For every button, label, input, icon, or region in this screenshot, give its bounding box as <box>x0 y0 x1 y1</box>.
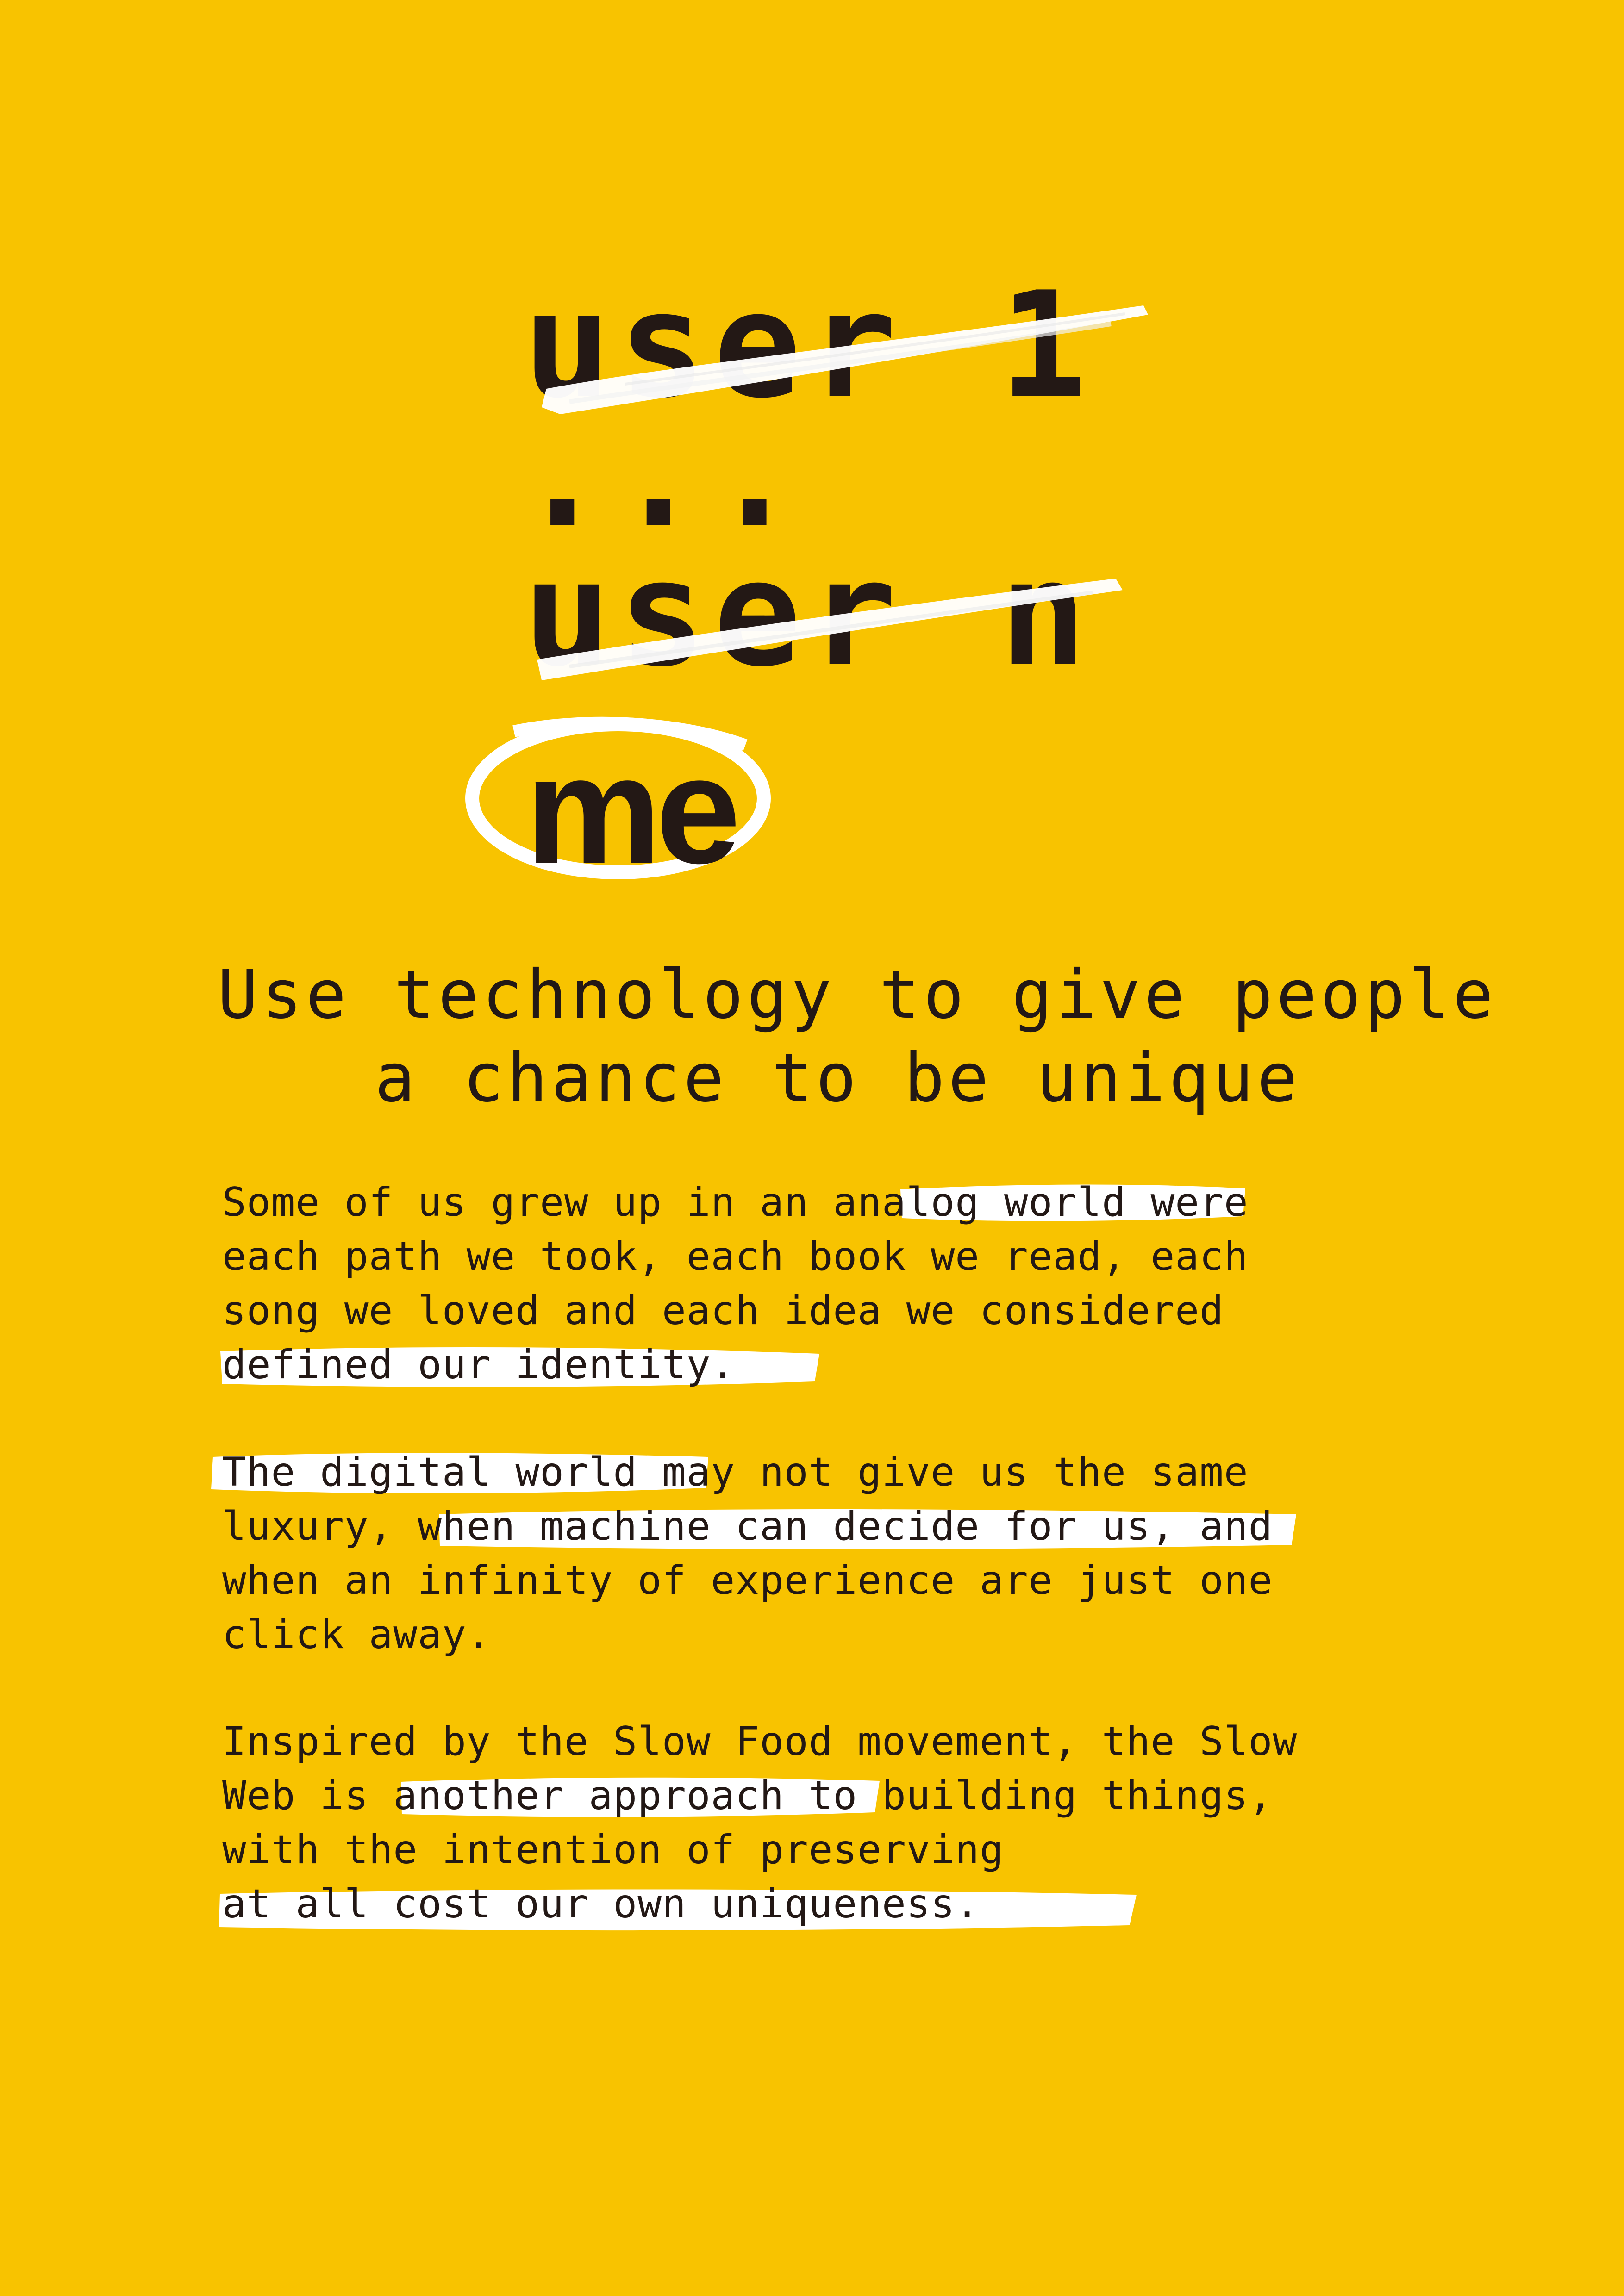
brush-strike-user-n <box>537 579 1123 680</box>
paragraph-2-line-2: luxury, when machine can decide for us, … <box>222 1503 1273 1549</box>
paragraph-2-line-4: click away. <box>222 1612 491 1658</box>
paragraph-3: Inspired by the Slow Food movement, the … <box>222 1715 1435 1931</box>
paragraph-3-line-2: Web is another approach to building thin… <box>222 1773 1273 1819</box>
paragraph-1-line-2: each path we took, each book we read, ea… <box>222 1233 1249 1280</box>
paragraph-1-line-1: Some of us grew up in an analog world we… <box>222 1179 1249 1226</box>
paragraph-3-line-3: with the intention of preserving <box>222 1827 1004 1873</box>
paragraph-1: Some of us grew up in an analog world we… <box>222 1176 1435 1392</box>
paragraph-2: The digital world may not give us the sa… <box>222 1445 1435 1662</box>
paragraph-3-line-4: at all cost our own uniqueness. <box>222 1881 980 1927</box>
paragraph-1-line-3: song we loved and each idea we considere… <box>222 1288 1224 1334</box>
subtitle-line-1: Use technology to give people <box>218 956 1497 1034</box>
subtitle: Use technology to give people a chance t… <box>218 953 1497 1120</box>
subtitle-line-2: a chance to be unique <box>375 1039 1301 1117</box>
brush-strike-user-1 <box>542 305 1148 414</box>
hero-line-me: me <box>525 724 741 895</box>
paragraph-2-line-1: The digital world may not give us the sa… <box>222 1449 1249 1495</box>
paragraph-1-line-4: defined our identity. <box>222 1342 736 1388</box>
paragraph-3-line-1: Inspired by the Slow Food movement, the … <box>222 1718 1298 1765</box>
paragraph-2-line-3: when an infinity of experience are just … <box>222 1557 1273 1604</box>
poster: user 1 ... user n me Use technology to g… <box>0 0 1624 2296</box>
